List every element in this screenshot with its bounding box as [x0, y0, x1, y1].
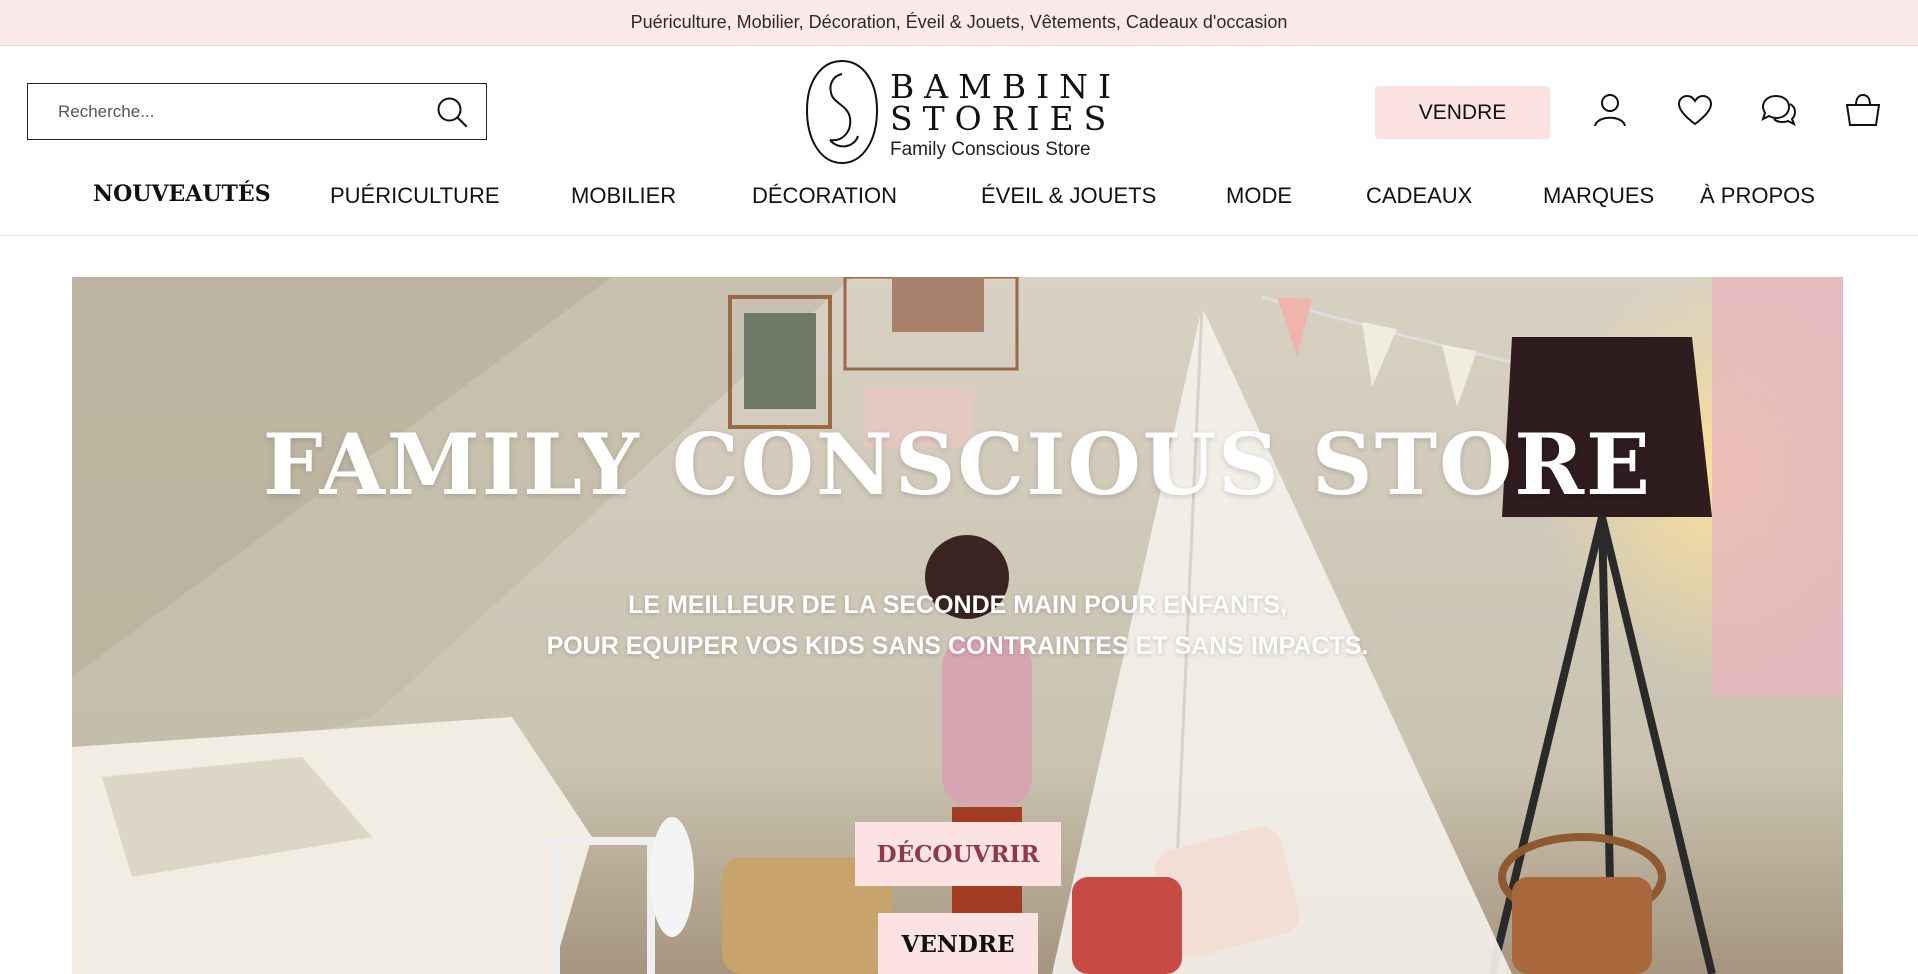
heart-icon[interactable] [1675, 90, 1715, 130]
nav-item-cadeaux[interactable]: CADEAUX [1366, 183, 1472, 209]
hero-sell-button[interactable]: VENDRE [878, 913, 1038, 974]
hero-banner: FAMILY CONSCIOUS STORE LE MEILLEUR DE LA… [72, 277, 1843, 974]
logo-mark-icon [805, 59, 879, 165]
logo-line2: STORIES [890, 99, 1117, 138]
search-box [27, 83, 487, 140]
logo-tagline: Family Conscious Store [890, 139, 1091, 160]
nav-item-mode[interactable]: MODE [1226, 183, 1292, 209]
search-icon[interactable] [434, 94, 470, 130]
hero-subtitle-line2: POUR EQUIPER VOS KIDS SANS CONTRAINTES E… [546, 632, 1369, 660]
announcement-text: Puériculture, Mobilier, Décoration, Évei… [630, 12, 1288, 32]
nav-item-eveil-jouets[interactable]: ÉVEIL & JOUETS [981, 183, 1156, 209]
chat-icon[interactable] [1758, 90, 1798, 130]
hero-title: FAMILY CONSCIOUS STORE [262, 415, 1653, 514]
account-icon[interactable] [1590, 90, 1630, 130]
hero-subtitle-line1: LE MEILLEUR DE LA SECONDE MAIN POUR ENFA… [628, 591, 1287, 619]
nav-item-nouveautes[interactable]: NOUVEAUTÉS [93, 181, 271, 207]
nav-divider [0, 235, 1918, 236]
nav-item-decoration[interactable]: DÉCORATION [752, 183, 897, 209]
main-nav: NOUVEAUTÉS PUÉRICULTURE MOBILIER DÉCORAT… [0, 181, 1918, 235]
nav-item-a-propos[interactable]: À PROPOS [1700, 183, 1815, 209]
nav-item-marques[interactable]: MARQUES [1543, 183, 1654, 209]
brand-logo[interactable]: BAMBINI STORIES Family Conscious Store [804, 58, 1114, 168]
nav-item-mobilier[interactable]: MOBILIER [571, 183, 676, 209]
search-input[interactable] [56, 90, 434, 133]
discover-button[interactable]: DÉCOUVRIR [855, 822, 1061, 886]
sell-button[interactable]: VENDRE [1375, 86, 1550, 139]
hero-subtitle: LE MEILLEUR DE LA SECONDE MAIN POUR ENFA… [72, 585, 1843, 667]
nav-item-puericulture[interactable]: PUÉRICULTURE [330, 183, 500, 209]
cart-icon[interactable] [1843, 90, 1883, 130]
announcement-bar: Puériculture, Mobilier, Décoration, Évei… [0, 0, 1918, 46]
